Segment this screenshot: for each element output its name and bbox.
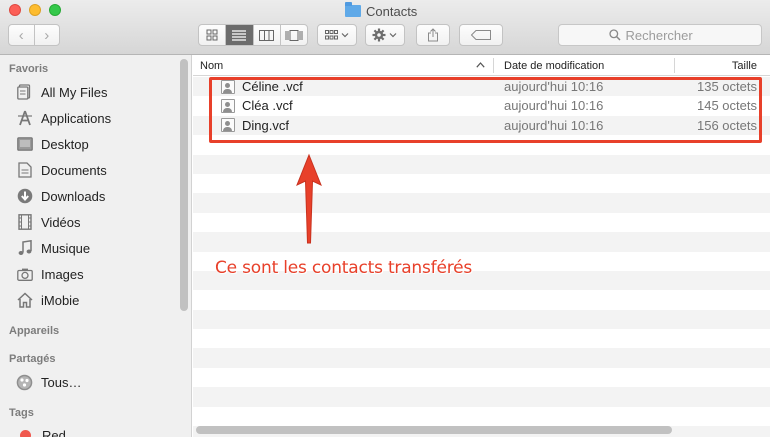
sidebar-item-all-my-files[interactable]: All My Files [16,80,107,104]
search-input[interactable] [625,27,712,43]
annotation-text: Ce sont les contacts transférés [215,258,473,278]
red-tag-icon [20,429,31,437]
sidebar-item-imobie[interactable]: iMobie [16,288,79,312]
column-name-label: Nom [200,59,224,72]
sidebar-item-label: iMobie [41,292,80,308]
sidebar-item-shared-all[interactable]: Tous… [16,370,81,394]
navigation-buttons: ‹ › [8,24,60,46]
list-header: Nom Date de modification Taille [193,55,770,76]
network-icon [16,374,33,391]
empty-row [193,309,770,330]
empty-row [193,348,770,368]
sidebar-scrollbar[interactable] [180,59,188,311]
sidebar-item-label: All My Files [41,84,108,100]
empty-row [193,232,770,252]
sidebar-item-images[interactable]: Images [16,262,84,286]
sidebar-item-label: Applications [41,110,112,126]
sidebar-section-appareils: Appareils [9,325,60,337]
sidebar-item-label: Red [42,427,66,437]
sidebar-item-videos[interactable]: Vidéos [16,210,81,234]
gear-icon [372,28,397,42]
sidebar-item-label: Desktop [41,136,89,152]
empty-row [193,193,770,213]
column-size-label: Taille [731,59,757,72]
forward-button[interactable]: › [33,25,60,45]
empty-row [193,154,770,174]
back-button[interactable]: ‹ [9,25,34,45]
highlight-box [209,77,762,143]
search-field[interactable] [558,24,762,46]
window-toolbar: Contacts ‹ › [0,0,770,55]
share-icon [428,28,438,42]
empty-row [193,387,770,407]
sidebar-item-label: Documents [41,162,107,178]
tag-icon [471,30,491,40]
column-header-date[interactable]: Date de modification [504,55,674,76]
sidebar-item-documents[interactable]: Documents [16,158,107,182]
view-mode-buttons [198,24,308,46]
column-view-button[interactable] [252,25,280,45]
empty-row [193,212,770,233]
sidebar-item-label: Images [41,266,84,282]
empty-row [193,329,770,349]
sidebar-section-tags: Tags [9,407,34,419]
sidebar-item-downloads[interactable]: Downloads [16,184,105,208]
share-button[interactable] [416,24,450,46]
sidebar-item-applications[interactable]: Applications [16,106,111,130]
icon-view-button[interactable] [199,25,225,45]
zoom-window-button[interactable] [49,4,61,16]
column-header-name[interactable]: Nom [200,55,490,76]
sidebar-section-partages: Partagés [9,353,56,365]
empty-row [193,173,770,194]
sidebar-section-favoris: Favoris [9,63,49,75]
home-icon [16,292,33,309]
applications-icon [16,110,33,127]
sidebar: Favoris All My Files Applications Deskto… [0,55,192,437]
window-title: Contacts [345,2,418,19]
column-separator[interactable] [493,58,494,73]
sidebar-item-label: Tous… [41,374,82,390]
documents-icon [16,162,33,179]
columns-icon [259,29,275,41]
sidebar-item-label: Downloads [41,188,106,204]
empty-row [193,406,770,427]
cover-flow-icon [285,29,303,41]
sidebar-item-tag-red[interactable]: Red [16,423,66,437]
close-window-button[interactable] [9,4,21,16]
sidebar-item-label: Vidéos [41,214,81,230]
sidebar-item-label: Musique [41,240,91,256]
downloads-icon [16,188,33,205]
empty-row [193,290,770,310]
window-title-text: Contacts [366,3,418,19]
empty-row [193,367,770,388]
icon-grid-icon [206,29,218,41]
arrange-grid-icon [325,30,349,40]
minimize-window-button[interactable] [29,4,41,16]
list-view-button[interactable] [225,25,253,45]
horizontal-scrollbar[interactable] [196,426,672,434]
edit-tags-button[interactable] [459,24,503,46]
sidebar-item-music[interactable]: Musique [16,236,90,260]
sidebar-item-desktop[interactable]: Desktop [16,132,89,156]
column-header-size[interactable]: Taille [675,55,757,76]
videos-icon [16,214,33,231]
camera-icon [16,266,33,283]
arrange-button[interactable] [317,24,357,46]
music-icon [16,240,33,257]
folder-icon [345,2,361,17]
search-icon [608,29,621,41]
cover-flow-button[interactable] [279,25,307,45]
list-lines-icon [232,29,247,41]
red-arrow-up-icon [296,153,322,244]
desktop-icon [16,136,33,153]
action-menu-button[interactable] [365,24,405,46]
all-files-icon [16,84,33,101]
column-date-label: Date de modification [504,59,605,72]
sort-ascending-icon [476,62,485,68]
